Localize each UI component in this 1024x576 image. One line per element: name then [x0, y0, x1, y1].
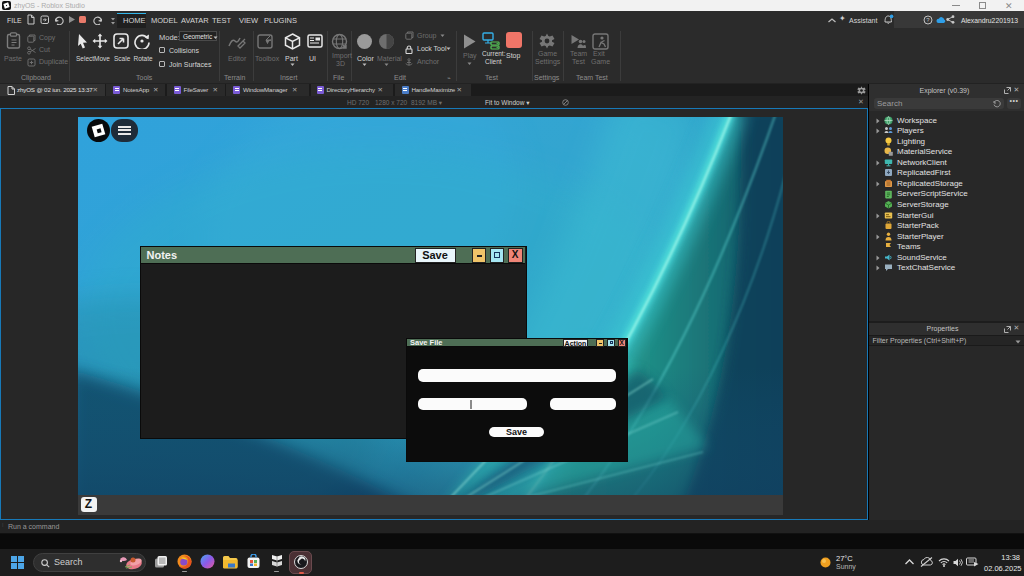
svg-text:?: ?	[926, 17, 930, 23]
